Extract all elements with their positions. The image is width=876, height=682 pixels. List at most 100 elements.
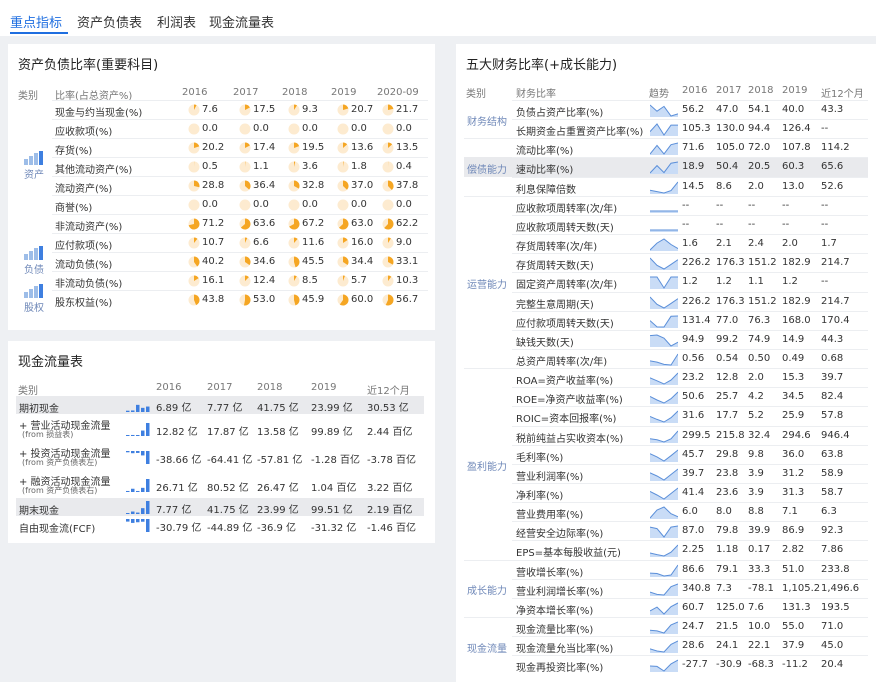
balance-row-label: 流动资产(%) — [55, 184, 113, 195]
ratio-value: 40.0 — [782, 104, 805, 115]
balance-value: 0.5 — [202, 161, 218, 172]
balance-value: 17.4 — [253, 142, 276, 153]
balance-value: 71.2 — [202, 218, 225, 229]
ratio-row-label: EPS=基本每股收益(元) — [516, 548, 621, 560]
ratio-group-divider — [464, 617, 512, 619]
ratio-row-line — [512, 444, 868, 446]
balance-row-line — [52, 233, 428, 234]
trend-sparkline — [650, 602, 678, 615]
balance-value: 67.2 — [302, 218, 325, 229]
ratio-value: 37.9 — [782, 640, 805, 652]
cash-trend-bars — [126, 501, 150, 514]
ratio-value: -- — [821, 123, 829, 135]
balance-value: 32.8 — [302, 180, 325, 191]
trend-sparkline — [650, 229, 678, 232]
cash-value: 41.75 亿 — [257, 403, 299, 414]
percent-pie-icon — [382, 142, 394, 154]
ratio-header-7: 近12个月 — [821, 89, 864, 100]
cash-trend-bar — [146, 519, 150, 532]
ratio-value: 39.7 — [821, 372, 844, 384]
pie-background — [382, 123, 394, 135]
ratio-value: 44.3 — [821, 333, 844, 345]
ratios-panel-title: 五大财务比率(+成长能力) — [466, 58, 618, 73]
pie-background — [188, 123, 200, 135]
trend-sparkline — [650, 161, 678, 175]
cash-trend-bar — [126, 410, 130, 412]
trend-sparkline — [650, 468, 678, 481]
trend-sparkline — [650, 296, 678, 309]
ratio-row-label: 利息保障倍数 — [516, 184, 576, 196]
cash-value: 99.51 亿 — [311, 505, 353, 516]
balance-value: 0.0 — [202, 123, 218, 134]
ratio-row-label: 净资本增长率(%) — [516, 605, 594, 617]
balance-value: 0.0 — [396, 123, 412, 134]
percent-pie-icon — [239, 161, 251, 173]
ratio-value: 87.0 — [682, 525, 705, 537]
ratio-group-label: 偿债能力 — [467, 165, 507, 177]
trend-sparkline — [650, 181, 678, 194]
cash-trend-bar — [146, 478, 150, 492]
cash-trend-bar — [131, 519, 135, 523]
cash-value: 3.22 百亿 — [367, 482, 413, 494]
balance-value: 5.7 — [351, 275, 367, 286]
balance-value: 63.0 — [351, 218, 374, 229]
ratio-row-line — [512, 578, 868, 580]
ratio-row-line — [512, 176, 868, 178]
icon-bar — [34, 247, 38, 260]
ratio-group-divider — [464, 195, 512, 197]
ratio-value: 151.2 — [748, 295, 777, 307]
trend-sparkline — [650, 104, 678, 117]
cash-value: 2.19 百亿 — [367, 505, 413, 516]
percent-pie-icon — [337, 294, 349, 306]
ratio-value: 43.3 — [821, 104, 844, 115]
cash-trend-bar — [136, 404, 140, 412]
balance-value: 16.0 — [351, 237, 374, 248]
ratio-value: 0.50 — [748, 352, 771, 364]
balance-value: 33.1 — [396, 256, 419, 267]
tab-key-indicators[interactable]: 重点指标 — [10, 12, 62, 31]
percent-pie-icon — [188, 237, 200, 249]
ratio-row-label: 缺钱天数(天) — [516, 337, 574, 349]
cash-value: 12.82 亿 — [156, 426, 198, 438]
cash-trend-bar — [146, 501, 150, 514]
percent-pie-icon — [288, 256, 300, 268]
ratio-header-4: 2017 — [716, 85, 742, 96]
ratio-value: 20.5 — [748, 161, 771, 173]
percent-pie-icon — [337, 161, 349, 173]
ratio-row-line — [512, 310, 868, 312]
icon-bar — [29, 288, 33, 298]
balance-value: 11.6 — [302, 237, 325, 248]
tab-cash-flow-statement[interactable]: 现金流量表 — [209, 12, 274, 31]
ratio-value: -- — [716, 199, 724, 211]
percent-pie-icon — [337, 104, 349, 116]
ratio-value: 6.0 — [682, 506, 698, 518]
ratio-row-line — [512, 138, 868, 140]
cash-trend-bar — [141, 487, 145, 492]
balance-value: 63.6 — [253, 218, 276, 229]
cash-value: 23.99 亿 — [257, 505, 299, 516]
tab-income-statement[interactable]: 利润表 — [157, 12, 196, 31]
ratio-value: 57.8 — [821, 410, 844, 422]
percent-pie-icon — [288, 142, 300, 154]
ratio-value: 52.6 — [821, 180, 844, 192]
ratio-value: 294.6 — [782, 429, 811, 441]
ratio-value: 130.0 — [716, 123, 745, 135]
ratio-value: -- — [682, 218, 690, 230]
ratio-row-label: 现金再投资比率(%) — [516, 663, 604, 675]
ratio-row-line — [512, 100, 868, 101]
percent-pie-icon — [188, 180, 200, 192]
percent-pie-icon — [239, 123, 251, 135]
ratio-value: 54.1 — [748, 104, 771, 115]
ratio-value: 1.7 — [821, 238, 837, 250]
balance-value: 10.3 — [396, 275, 419, 286]
cash-flow-panel: 现金流量表 类别 2016 2017 2018 2019 近12个月 期初现金 6.89 亿 7… — [8, 341, 435, 543]
ratio-value: 99.2 — [716, 333, 739, 345]
ratio-row-label: 税前纯益占实收资本(%) — [516, 433, 624, 445]
ratio-row-label: 毛利率(%) — [516, 452, 564, 464]
ratio-value: 3.9 — [748, 487, 764, 498]
ratio-group-label: 盈利能力 — [467, 461, 507, 473]
tab-balance-sheet[interactable]: 资产负债表 — [77, 12, 142, 31]
ratio-value: -30.9 — [716, 659, 742, 671]
balance-row-line — [52, 252, 428, 253]
cash-trend-bar — [141, 519, 145, 522]
